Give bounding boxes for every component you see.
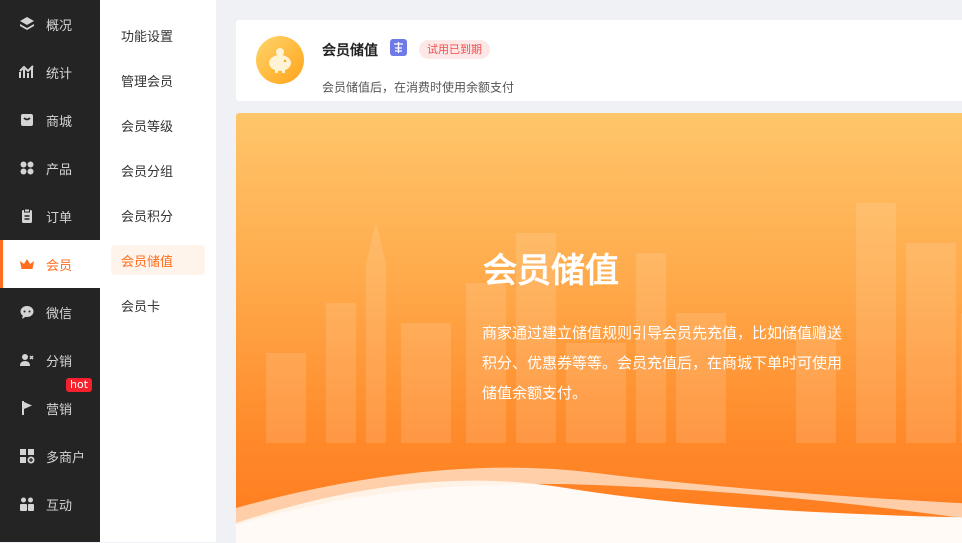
sidebar-item-statistics[interactable]: 统计 — [0, 48, 100, 96]
piggy-bank-icon — [256, 36, 304, 84]
sidebar-item-label: 概况 — [46, 18, 73, 34]
main-content: 会员储值 试用已到期 会员储值后，在消费时使用余额支付 会员储值 商家通过建立储… — [216, 0, 962, 543]
trial-expired-badge: 试用已到期 — [419, 40, 490, 59]
grid-icon — [18, 159, 36, 177]
stored-value-banner: 会员储值 商家通过建立储值规则引导会员先充值，比如储值赠送积分、优惠券等等。会员… — [236, 113, 962, 543]
feature-header-card: 会员储值 试用已到期 会员储值后，在消费时使用余额支付 — [236, 20, 962, 101]
submenu-item-manage-members[interactable]: 管理会员 — [100, 58, 216, 103]
sidebar-item-label: 互动 — [46, 498, 73, 514]
store-icon — [18, 111, 36, 129]
sidebar-item-label: 会员 — [46, 258, 73, 274]
sidebar-item-label: 分销 — [46, 354, 73, 370]
users-icon — [18, 351, 36, 369]
sidebar-item-overview[interactable]: 概况 — [0, 0, 100, 48]
submenu-item-member-levels[interactable]: 会员等级 — [100, 103, 216, 148]
clipboard-icon — [18, 207, 36, 225]
chat-icon — [18, 303, 36, 321]
feature-title: 会员储值 — [322, 43, 378, 59]
sidebar-item-multi-merchant[interactable]: 多商户 — [0, 432, 100, 480]
submenu-item-member-groups[interactable]: 会员分组 — [100, 148, 216, 193]
sidebar-item-marketing[interactable]: hot 营销 — [0, 378, 100, 432]
banner-title: 会员储值 — [483, 251, 619, 291]
interact-icon — [18, 495, 36, 513]
submenu-item-member-points[interactable]: 会员积分 — [100, 193, 216, 238]
sidebar-item-distribution[interactable]: 分销 — [0, 336, 100, 384]
sidebar-item-mall[interactable]: 商城 — [0, 96, 100, 144]
feature-description: 会员储值后，在消费时使用余额支付 — [322, 80, 515, 95]
member-submenu: 功能设置 管理会员 会员等级 会员分组 会员积分 会员储值 会员卡 — [100, 0, 216, 542]
submenu-item-member-stored-value[interactable]: 会员储值 — [111, 245, 205, 275]
sidebar-item-orders[interactable]: 订单 — [0, 192, 100, 240]
sidebar-item-label: 统计 — [46, 66, 73, 82]
sidebar-item-label: 营销 — [46, 402, 73, 418]
flag-icon — [18, 399, 36, 417]
sidebar-item-label: 商城 — [46, 114, 73, 130]
main-sidebar: 概况 统计 商城 产品 订单 会员 微信 分销 hot 营销 多商户 互动 — [0, 0, 100, 542]
sidebar-item-members[interactable]: 会员 — [0, 240, 100, 288]
layers-icon — [18, 15, 36, 33]
sidebar-item-label: 多商户 — [46, 450, 86, 466]
sidebar-item-products[interactable]: 产品 — [0, 144, 100, 192]
vip-tag-icon — [390, 39, 407, 56]
shop-plus-icon — [18, 447, 36, 465]
sidebar-item-label: 微信 — [46, 306, 73, 322]
submenu-item-feature-settings[interactable]: 功能设置 — [100, 13, 216, 58]
sidebar-item-interaction[interactable]: 互动 — [0, 480, 100, 528]
hot-badge: hot — [66, 378, 93, 392]
banner-description: 商家通过建立储值规则引导会员先充值，比如储值赠送积分、优惠券等等。会员充值后，在… — [482, 324, 843, 402]
sidebar-item-label: 产品 — [46, 162, 73, 178]
chart-icon — [18, 63, 36, 81]
submenu-item-member-card[interactable]: 会员卡 — [100, 283, 216, 328]
crown-icon — [18, 255, 36, 273]
sidebar-item-wechat[interactable]: 微信 — [0, 288, 100, 336]
sidebar-item-label: 订单 — [46, 210, 73, 226]
